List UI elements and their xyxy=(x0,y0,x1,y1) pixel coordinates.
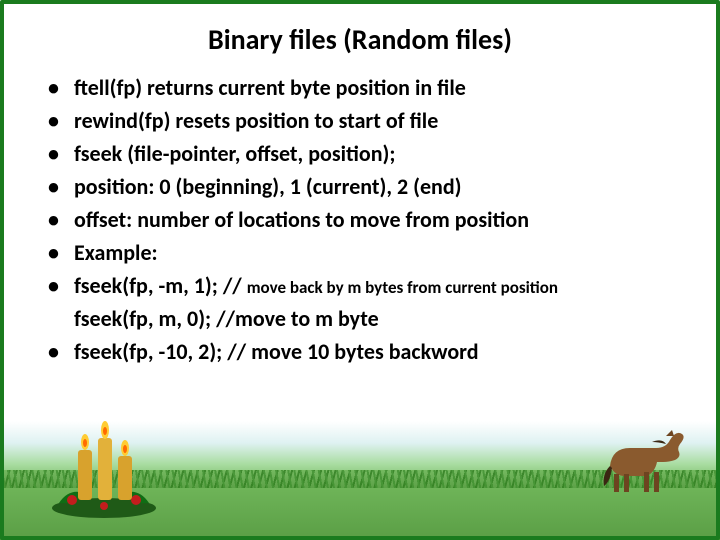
list-item: rewind(fp) resets position to start of f… xyxy=(48,104,686,137)
list-item: position: 0 (beginning), 1 (current), 2 … xyxy=(48,170,686,203)
list-item: offset: number of locations to move from… xyxy=(48,203,686,236)
candles-icon xyxy=(44,408,164,518)
list-item-subtext: move back by m bytes from current positi… xyxy=(247,277,558,298)
horse-icon xyxy=(590,426,686,496)
slide-body: Binary files (Random files) ftell(fp) re… xyxy=(4,4,716,378)
bullet-list-2: fseek(fp, -10, 2); // move 10 bytes back… xyxy=(48,335,686,368)
list-item: Example: xyxy=(48,236,686,269)
slide-title: Binary files (Random files) xyxy=(34,22,686,57)
list-item: fseek (file-pointer, offset, position); xyxy=(48,137,686,170)
bullet-list: ftell(fp) returns current byte position … xyxy=(48,71,686,302)
list-item: fseek(fp, -10, 2); // move 10 bytes back… xyxy=(48,335,686,368)
list-item: fseek(fp, -m, 1); // move back by m byte… xyxy=(48,269,686,302)
continuation-line: fseek(fp, m, 0); //move to m byte xyxy=(34,302,686,335)
list-item: ftell(fp) returns current byte position … xyxy=(48,71,686,104)
list-item-text: fseek(fp, -m, 1); // xyxy=(74,272,247,299)
